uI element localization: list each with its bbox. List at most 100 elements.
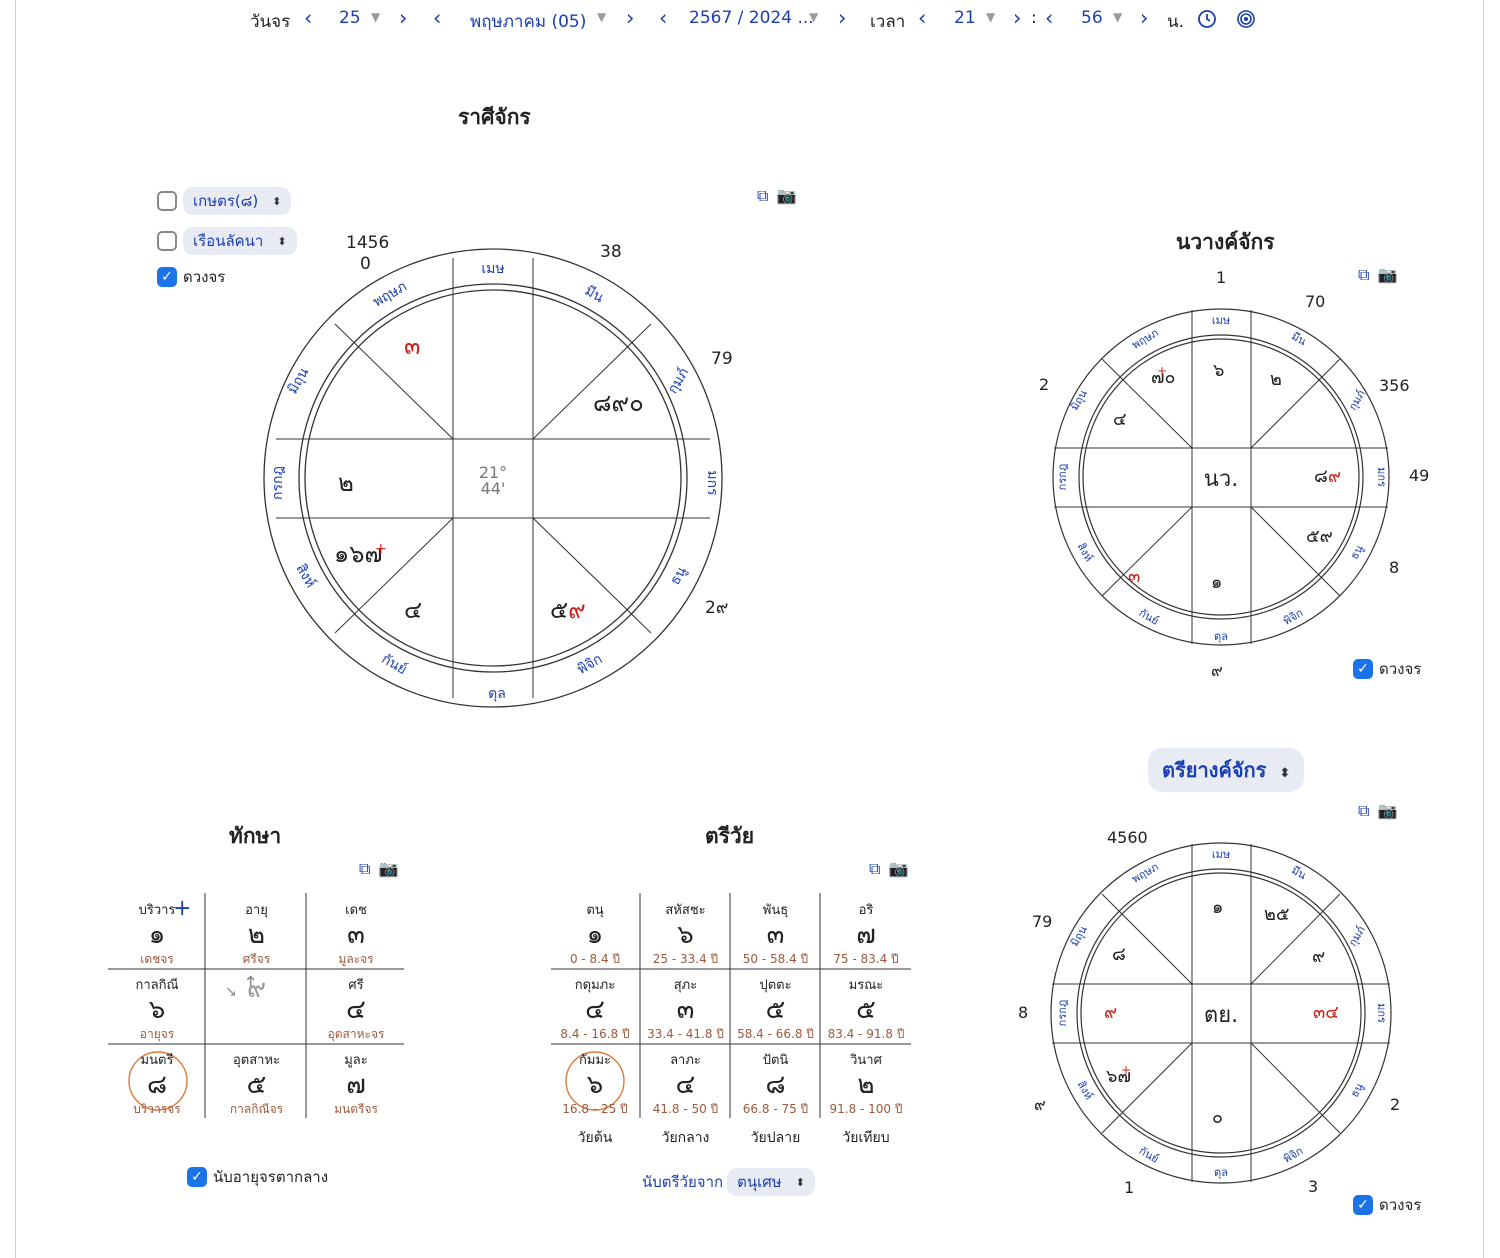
day-select[interactable]: 25 xyxy=(339,8,361,28)
cell-number: ๖ xyxy=(586,1070,604,1100)
hour-dropdown-caret-icon[interactable]: ▼ xyxy=(986,10,995,24)
cell-sub: 33.4 - 41.8 ปี xyxy=(647,1027,724,1041)
year-select[interactable]: 2567 / 2024 ... xyxy=(689,8,814,28)
hour-select[interactable]: 21 xyxy=(954,8,976,28)
minute-select[interactable]: 56 xyxy=(1081,8,1103,28)
cell-number: ๙ xyxy=(246,974,267,1004)
cell-sub: 50 - 58.4 ปี xyxy=(742,952,809,966)
target-icon[interactable] xyxy=(1236,9,1256,29)
sign-label: มิถุน xyxy=(1068,923,1090,948)
cell-sub: เดชจร xyxy=(140,952,174,966)
month-select[interactable]: พฤษภาคม (05) xyxy=(470,8,586,35)
cell-sub: มนตรีจร xyxy=(334,1102,378,1116)
cell-number: ๔ xyxy=(675,1070,696,1100)
rasi-transit-checkbox[interactable]: ✓ xyxy=(157,267,177,287)
treeyang-transit-checkbox[interactable]: ✓ xyxy=(1353,1195,1373,1215)
outer-planets: 2 xyxy=(1039,375,1049,394)
sign-label: สิงห์ xyxy=(1074,1078,1095,1102)
sign-label: กรกฎ xyxy=(1056,464,1069,491)
cell-number: ๑ xyxy=(148,920,166,950)
option-ruen-checkbox[interactable] xyxy=(157,231,177,251)
outer-planets: ๙ xyxy=(1034,1095,1046,1114)
treeyang-chart: เมษ มีน กุมภ์ มกร ธนู พิจิก ตุล กันย์ สิ… xyxy=(1018,828,1400,1197)
outer-planets: 356 xyxy=(1379,376,1410,395)
outer-planets: 38 xyxy=(600,242,622,262)
year-dropdown-caret-icon[interactable]: ▼ xyxy=(809,10,818,24)
cell-number: ๔ xyxy=(346,995,366,1025)
month-prev-chevron-icon[interactable]: ‹ xyxy=(433,6,441,30)
cell-label: อายุ xyxy=(245,903,268,918)
cell-label: สุภะ xyxy=(673,978,698,993)
outer-planets: 2๙ xyxy=(705,598,728,618)
sign-label: กรกฎ xyxy=(270,466,286,500)
frame-border-right xyxy=(1483,0,1484,1258)
option-kaset-select[interactable]: เกษตร(๘) ⬍ xyxy=(183,187,292,215)
cell-label: บริวาร xyxy=(138,903,176,918)
house-planets: ๒ xyxy=(1270,369,1282,390)
external-link-icon[interactable]: ⧉ xyxy=(1358,801,1369,821)
house-planets: ๕๙ xyxy=(550,596,586,624)
outer-planets: 70 xyxy=(1305,292,1325,311)
house-planets-part: ๕ xyxy=(550,596,568,624)
sign-label: มิถุน xyxy=(285,365,313,397)
cell-sub: 83.4 - 91.8 ปี xyxy=(827,1027,905,1041)
treewai-count-row: นับตรีวัยจาก ตนุเศษ ⬍ xyxy=(642,1168,815,1196)
cell-label: กัมมะ xyxy=(579,1053,611,1068)
sign-label: ธนู xyxy=(667,564,690,588)
external-link-icon[interactable]: ⧉ xyxy=(869,859,880,879)
minute-next-chevron-icon[interactable]: › xyxy=(1140,6,1148,30)
cell-sub: 91.8 - 100 ปี xyxy=(829,1102,903,1116)
cell-number: ๕ xyxy=(856,995,876,1025)
year-prev-chevron-icon[interactable]: ‹ xyxy=(659,6,667,30)
cell-number: ๕ xyxy=(765,995,786,1025)
sign-label: มกร xyxy=(1375,467,1388,487)
house-planets: ๒๕ xyxy=(1264,904,1290,925)
treeyang-chart-selector[interactable]: ตรียางค์จักร ⬍ xyxy=(1148,748,1305,792)
cell-sub: 75 - 83.4 ปี xyxy=(833,952,899,966)
taksa-option-label: นับอายุจรตากลาง xyxy=(213,1168,329,1186)
month-dropdown-caret-icon[interactable]: ▼ xyxy=(597,10,606,24)
house-planets: ๕๙ xyxy=(1306,526,1333,547)
day-prev-chevron-icon[interactable]: ‹ xyxy=(304,6,312,30)
treewai-title: ตรีวัย xyxy=(705,824,755,848)
hour-next-chevron-icon[interactable]: › xyxy=(1013,6,1021,30)
taksa-cell: มนตรี๘บริวารจร xyxy=(108,1049,206,1119)
taksa-cell: กาลกิณี๖อายุจร xyxy=(108,974,206,1044)
option-ruen-label: เรือนลัคนา xyxy=(193,232,264,250)
navang-transit-checkbox[interactable]: ✓ xyxy=(1353,659,1373,679)
external-link-icon[interactable]: ⧉ xyxy=(359,859,370,879)
treewai-cell: มรณะ๕ 83.4 - 91.8 ปี xyxy=(820,974,912,1044)
treewai-count-select[interactable]: ตนุเศษ ⬍ xyxy=(727,1168,815,1196)
sign-label: มิถุน xyxy=(1068,387,1090,412)
date-time-navbar: วันจร ‹ 25 ▼ › ‹ พฤษภาคม (05) ▼ › ‹ 2567… xyxy=(0,0,1500,40)
house-planets: ๓ xyxy=(1128,566,1140,587)
camera-icon[interactable]: 📷 xyxy=(776,186,796,205)
external-link-icon[interactable]: ⧉ xyxy=(757,186,768,206)
sign-label: ตุล xyxy=(488,686,506,702)
taksa-option-checkbox[interactable]: ✓ xyxy=(187,1167,207,1187)
hour-prev-chevron-icon[interactable]: ‹ xyxy=(918,6,926,30)
month-next-chevron-icon[interactable]: › xyxy=(626,6,634,30)
option-kaset-checkbox[interactable] xyxy=(157,191,177,211)
cell-sub: 16.8 - 25 ปี xyxy=(562,1102,628,1116)
outer-planets: 8 xyxy=(1018,1003,1028,1022)
day-dropdown-caret-icon[interactable]: ▼ xyxy=(371,10,380,24)
cell-sub: 8.4 - 16.8 ปี xyxy=(560,1027,630,1041)
clock-icon[interactable] xyxy=(1197,9,1217,29)
sign-label: กันย์ xyxy=(379,650,410,678)
cell-label: กดุมภะ xyxy=(574,978,616,993)
outer-planets: ๙ xyxy=(1211,661,1223,680)
cell-sub: อายุจร xyxy=(139,1027,175,1041)
taksa-cell: มูละ๗มนตรีจร xyxy=(307,1049,405,1119)
minute-prev-chevron-icon[interactable]: ‹ xyxy=(1045,6,1053,30)
day-next-chevron-icon[interactable]: › xyxy=(399,6,407,30)
house-planets: ๘ xyxy=(1112,944,1126,965)
camera-icon[interactable]: 📷 xyxy=(378,859,398,878)
minute-dropdown-caret-icon[interactable]: ▼ xyxy=(1113,10,1122,24)
option-kaset-label: เกษตร(๘) xyxy=(193,192,259,210)
camera-icon[interactable]: 📷 xyxy=(888,859,908,878)
treewai-toolbar: ⧉ 📷 xyxy=(869,859,916,879)
camera-icon[interactable]: 📷 xyxy=(1377,801,1397,820)
year-next-chevron-icon[interactable]: › xyxy=(838,6,846,30)
sign-label: ธนู xyxy=(1348,542,1367,561)
